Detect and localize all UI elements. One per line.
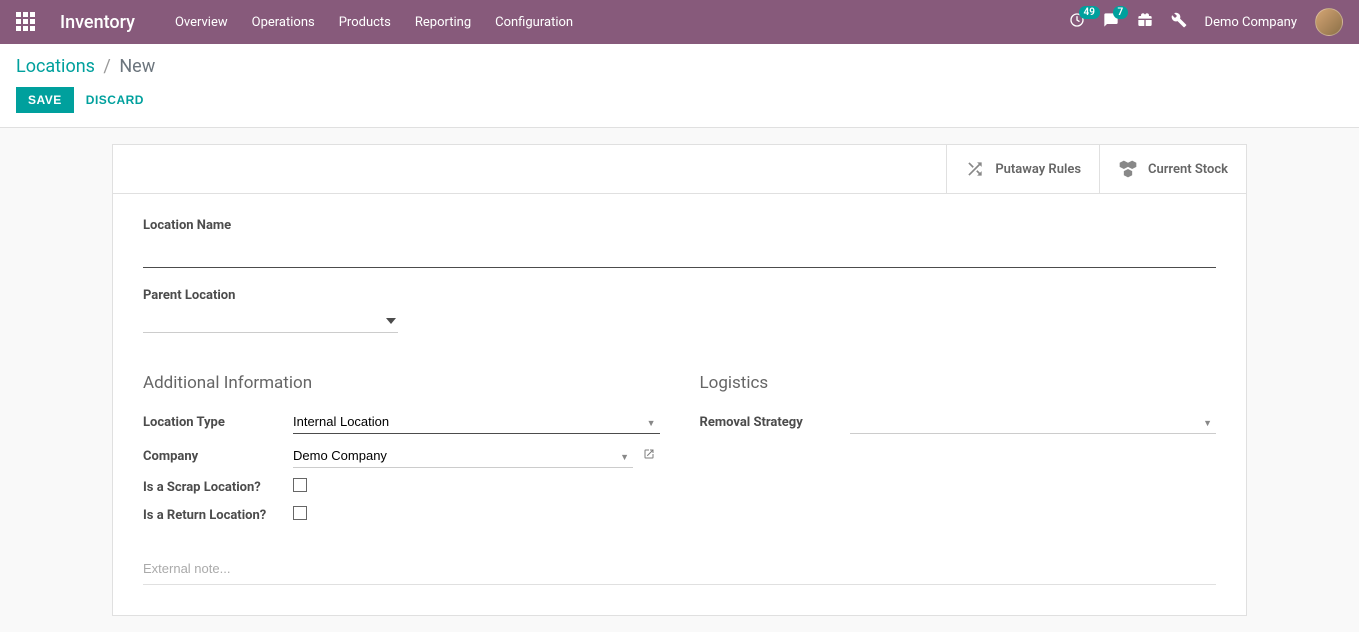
nav-operations[interactable]: Operations (252, 15, 315, 30)
topbar: Inventory Overview Operations Products R… (0, 0, 1359, 44)
external-link-icon[interactable] (643, 448, 655, 464)
form-card: Putaway Rules Current Stock Location Nam… (112, 144, 1247, 616)
scrap-location-label: Is a Scrap Location? (143, 473, 293, 501)
company-select[interactable]: ▼ (293, 444, 633, 468)
current-stock-button[interactable]: Current Stock (1099, 145, 1246, 193)
content: Putaway Rules Current Stock Location Nam… (0, 128, 1359, 632)
location-name-label: Location Name (143, 218, 1216, 233)
action-buttons: SAVE DISCARD (16, 87, 1343, 113)
nav-overview[interactable]: Overview (175, 15, 228, 30)
messages-badge: 7 (1113, 6, 1129, 19)
parent-location-dropdown[interactable] (143, 309, 398, 333)
breadcrumb-current: New (119, 56, 155, 77)
nav-configuration[interactable]: Configuration (495, 15, 573, 30)
removal-strategy-input[interactable] (850, 410, 1217, 434)
tools-icon[interactable] (1171, 12, 1187, 32)
breadcrumb-separator: / (103, 56, 110, 77)
app-title: Inventory (60, 12, 135, 33)
additional-info-title: Additional Information (143, 373, 660, 393)
nav-products[interactable]: Products (339, 15, 391, 30)
activity-icon[interactable]: 49 (1069, 12, 1085, 32)
breadcrumb: Locations / New (16, 56, 1343, 77)
avatar[interactable] (1315, 8, 1343, 36)
boxes-icon (1118, 159, 1138, 179)
topbar-right: 49 7 Demo Company (1069, 8, 1343, 36)
parent-location-group: Parent Location (143, 288, 1216, 333)
company-label: Company (143, 439, 293, 473)
location-type-input[interactable] (293, 410, 660, 434)
breadcrumb-parent[interactable]: Locations (16, 56, 95, 77)
gift-icon[interactable] (1137, 12, 1153, 32)
shuffle-icon (965, 159, 985, 179)
removal-strategy-label: Removal Strategy (700, 405, 850, 439)
parent-location-label: Parent Location (143, 288, 1216, 303)
subheader: Locations / New SAVE DISCARD (0, 44, 1359, 128)
putaway-rules-label: Putaway Rules (995, 162, 1081, 177)
logistics-title: Logistics (700, 373, 1217, 393)
scrap-location-checkbox[interactable] (293, 478, 307, 492)
form-body: Location Name Parent Location Additional… (113, 194, 1246, 615)
company-name[interactable]: Demo Company (1205, 15, 1297, 30)
activity-badge: 49 (1079, 6, 1100, 19)
save-button[interactable]: SAVE (16, 87, 74, 113)
logistics-column: Logistics Removal Strategy ▼ (700, 353, 1217, 529)
two-column-section: Additional Information Location Type ▼ (143, 353, 1216, 529)
location-name-group: Location Name (143, 218, 1216, 268)
company-input[interactable] (293, 444, 633, 468)
discard-button[interactable]: DISCARD (86, 93, 144, 107)
nav-reporting[interactable]: Reporting (415, 15, 471, 30)
apps-icon[interactable] (16, 12, 36, 32)
stat-buttons: Putaway Rules Current Stock (113, 145, 1246, 194)
additional-info-column: Additional Information Location Type ▼ (143, 353, 660, 529)
location-name-input[interactable] (143, 239, 1216, 268)
location-type-label: Location Type (143, 405, 293, 439)
return-location-label: Is a Return Location? (143, 501, 293, 529)
removal-strategy-select[interactable]: ▼ (850, 410, 1217, 434)
return-location-checkbox[interactable] (293, 506, 307, 520)
putaway-rules-button[interactable]: Putaway Rules (946, 145, 1099, 193)
external-note-input[interactable] (143, 553, 1216, 585)
parent-location-input[interactable] (143, 309, 398, 333)
nav-links: Overview Operations Products Reporting C… (175, 15, 573, 30)
messages-icon[interactable]: 7 (1103, 12, 1119, 32)
location-type-select[interactable]: ▼ (293, 410, 660, 434)
current-stock-label: Current Stock (1148, 162, 1228, 177)
